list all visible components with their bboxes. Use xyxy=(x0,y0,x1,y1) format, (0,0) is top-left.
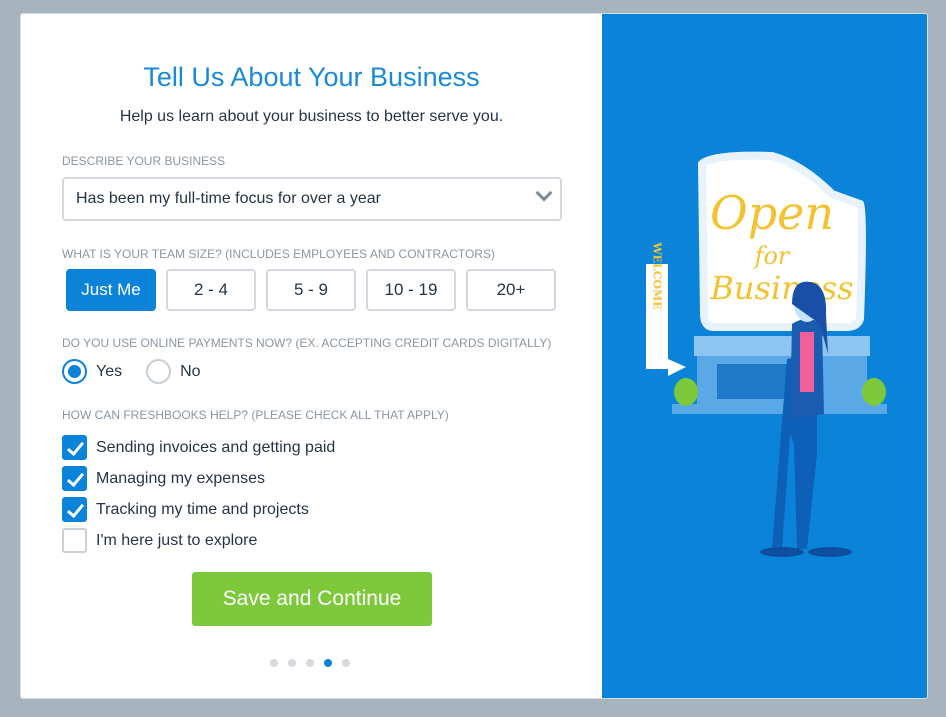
checkbox[interactable] xyxy=(62,497,87,522)
radio-yes[interactable]: Yes xyxy=(62,359,122,384)
checkbox-label: Tracking my time and projects xyxy=(96,500,309,518)
team-size-5-9[interactable]: 5 - 9 xyxy=(266,269,356,311)
page-dot[interactable] xyxy=(288,659,296,667)
page-dot[interactable] xyxy=(306,659,314,667)
woman-shirt xyxy=(800,332,814,392)
illustration-panel: WELCOME Open for Business xyxy=(602,14,927,698)
save-and-continue-button[interactable]: Save and Continue xyxy=(192,572,432,626)
sign-text-for: for xyxy=(753,242,791,270)
checkbox[interactable] xyxy=(62,528,87,553)
radio-label: Yes xyxy=(96,362,123,380)
help-checklist: Sending invoices and getting paid Managi… xyxy=(62,432,335,556)
team-size-options: Just Me 2 - 4 5 - 9 10 - 19 20+ xyxy=(66,269,556,311)
checkbox-label: I'm here just to explore xyxy=(96,531,258,549)
page-title: Tell Us About Your Business xyxy=(143,62,480,92)
checkbox-label: Managing my expenses xyxy=(96,469,265,487)
select-value: Has been my full-time focus for over a y… xyxy=(76,190,382,207)
describe-business-select[interactable]: Has been my full-time focus for over a y… xyxy=(62,177,562,221)
form-panel: Tell Us About Your Business Help us lear… xyxy=(21,14,602,698)
team-size-2-4[interactable]: 2 - 4 xyxy=(166,269,256,311)
shoe xyxy=(808,547,852,557)
radio-label: No xyxy=(180,362,201,380)
team-size-label: What is your team size? (includes employ… xyxy=(62,247,495,261)
checkbox-label: Sending invoices and getting paid xyxy=(96,438,336,456)
store-awning xyxy=(694,336,870,356)
describe-label: Describe your business xyxy=(62,154,226,168)
shoe xyxy=(760,547,804,557)
radio-button[interactable] xyxy=(146,359,172,384)
bush xyxy=(674,378,698,406)
page-dot-active[interactable] xyxy=(324,659,332,667)
payments-label: Do you use online payments now? (ex. acc… xyxy=(62,336,552,350)
team-size-20-plus[interactable]: 20+ xyxy=(466,269,556,311)
page-subtitle: Help us learn about your business to bet… xyxy=(119,108,504,125)
page-dot[interactable] xyxy=(342,659,350,667)
checkbox[interactable] xyxy=(62,466,87,491)
checkbox-expenses[interactable]: Managing my expenses xyxy=(62,463,335,494)
pagination-dots xyxy=(270,659,350,667)
sign-text-business: Business xyxy=(709,269,853,307)
radio-button[interactable] xyxy=(62,359,87,384)
arrow-icon xyxy=(668,359,686,376)
bush xyxy=(862,378,886,406)
open-for-business-illustration: WELCOME Open for Business xyxy=(646,151,887,557)
help-label: How can FreshBooks help? (Please check a… xyxy=(62,408,449,422)
onboarding-modal: Tell Us About Your Business Help us lear… xyxy=(20,13,928,699)
page-dot[interactable] xyxy=(270,659,278,667)
checkbox-time-tracking[interactable]: Tracking my time and projects xyxy=(62,494,335,525)
radio-no[interactable]: No xyxy=(146,359,201,384)
checkbox-invoices[interactable]: Sending invoices and getting paid xyxy=(62,432,335,463)
chevron-down-icon xyxy=(535,184,553,202)
welcome-text: WELCOME xyxy=(651,241,664,309)
sign-text-open: Open xyxy=(710,186,834,240)
checkbox[interactable] xyxy=(62,435,87,460)
team-size-10-19[interactable]: 10 - 19 xyxy=(366,269,456,311)
team-size-just-me[interactable]: Just Me xyxy=(66,269,156,311)
checkbox-explore[interactable]: I'm here just to explore xyxy=(62,525,335,556)
payments-radio-group: Yes No xyxy=(62,359,201,384)
